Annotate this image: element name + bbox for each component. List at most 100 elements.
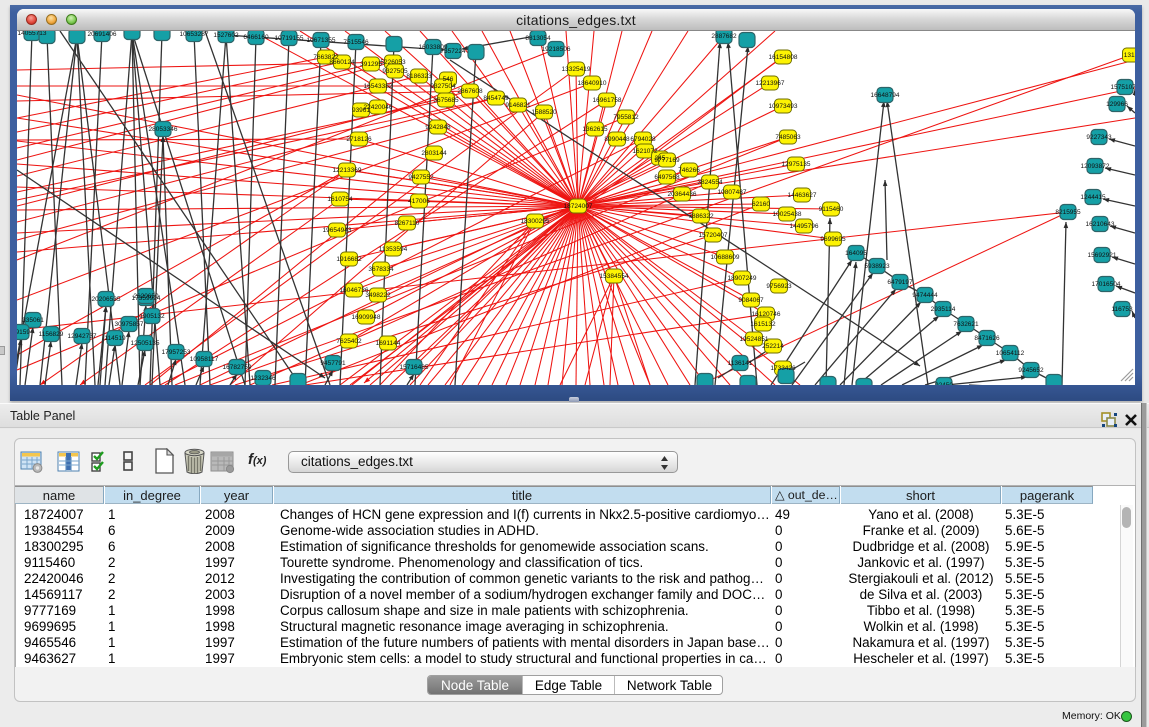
svg-text:6497568: 6497568 bbox=[654, 174, 680, 181]
svg-text:164095: 164095 bbox=[845, 250, 867, 257]
svg-text:5938923: 5938923 bbox=[864, 263, 890, 270]
svg-text:9245652: 9245652 bbox=[1018, 367, 1044, 374]
svg-text:8471626: 8471626 bbox=[974, 335, 1000, 342]
svg-text:62160: 62160 bbox=[752, 201, 770, 208]
svg-text:8990448: 8990448 bbox=[604, 136, 630, 143]
svg-text:9327504: 9327504 bbox=[430, 83, 456, 90]
svg-text:116753: 116753 bbox=[1111, 306, 1133, 313]
svg-text:5226053: 5226053 bbox=[380, 59, 406, 66]
svg-text:746266: 746266 bbox=[678, 167, 700, 174]
svg-text:1156829: 1156829 bbox=[39, 331, 64, 338]
svg-text:1733426: 1733426 bbox=[770, 365, 796, 372]
svg-text:1312: 1312 bbox=[1124, 52, 1135, 59]
svg-text:2867608: 2867608 bbox=[457, 88, 483, 95]
svg-text:335061: 335061 bbox=[22, 317, 44, 324]
svg-text:1615132: 1615132 bbox=[750, 321, 776, 328]
svg-text:8267110: 8267110 bbox=[395, 220, 420, 227]
svg-text:129966: 129966 bbox=[1106, 101, 1128, 108]
svg-text:16782759: 16782759 bbox=[223, 364, 252, 371]
svg-text:15692921: 15692921 bbox=[1088, 252, 1117, 259]
svg-text:18907249: 18907249 bbox=[728, 275, 757, 282]
svg-text:8660124: 8660124 bbox=[329, 59, 355, 66]
svg-text:20206535: 20206535 bbox=[92, 296, 121, 303]
svg-text:19524851: 19524851 bbox=[740, 336, 769, 343]
svg-text:10688609: 10688609 bbox=[711, 254, 740, 261]
svg-text:2935114: 2935114 bbox=[931, 306, 956, 313]
svg-text:17957253: 17957253 bbox=[162, 349, 191, 356]
svg-text:15751074: 15751074 bbox=[1111, 84, 1135, 91]
svg-text:7886322: 7886322 bbox=[688, 213, 714, 220]
svg-text:7632621: 7632621 bbox=[953, 321, 979, 328]
svg-text:7485063: 7485063 bbox=[775, 134, 801, 141]
svg-text:1621072: 1621072 bbox=[632, 148, 658, 155]
svg-text:9699695: 9699695 bbox=[820, 236, 846, 243]
svg-text:3678334: 3678334 bbox=[368, 266, 394, 273]
svg-text:20364436: 20364436 bbox=[668, 191, 697, 198]
svg-text:17016504: 17016504 bbox=[1092, 281, 1121, 288]
svg-text:9457791: 9457791 bbox=[320, 360, 346, 367]
svg-text:19218506: 19218506 bbox=[542, 46, 571, 53]
svg-text:9115460: 9115460 bbox=[819, 206, 844, 213]
svg-text:93961: 93961 bbox=[352, 107, 370, 114]
svg-text:9242848: 9242848 bbox=[425, 124, 451, 131]
svg-text:12093872: 12093872 bbox=[1081, 163, 1110, 170]
svg-text:9474444: 9474444 bbox=[912, 292, 938, 299]
svg-text:9427552: 9427552 bbox=[408, 174, 434, 181]
svg-text:16543382: 16543382 bbox=[364, 83, 393, 90]
svg-text:14495796: 14495796 bbox=[790, 223, 819, 230]
svg-text:12942737: 12942737 bbox=[68, 333, 97, 340]
svg-text:1244415: 1244415 bbox=[1080, 194, 1106, 201]
svg-text:2803144: 2803144 bbox=[421, 150, 447, 157]
svg-text:1588520: 1588520 bbox=[531, 109, 557, 116]
svg-text:12505135: 12505135 bbox=[131, 340, 160, 347]
svg-text:16648794: 16648794 bbox=[871, 92, 900, 99]
svg-text:7357224: 7357224 bbox=[440, 48, 466, 55]
svg-text:92450: 92450 bbox=[935, 382, 953, 385]
svg-text:12975135: 12975135 bbox=[782, 161, 811, 168]
svg-text:1136141: 1136141 bbox=[728, 360, 753, 367]
svg-text:3675685: 3675685 bbox=[433, 97, 459, 104]
svg-text:18640910: 18640910 bbox=[578, 80, 607, 87]
svg-text:3498222: 3498222 bbox=[365, 292, 391, 299]
svg-text:9084067: 9084067 bbox=[738, 297, 764, 304]
svg-text:10719155: 10719155 bbox=[275, 35, 304, 42]
svg-text:8813054: 8813054 bbox=[525, 35, 551, 42]
svg-text:7955812: 7955812 bbox=[613, 114, 639, 121]
svg-text:7515546: 7515546 bbox=[343, 39, 369, 46]
svg-text:30975857: 30975857 bbox=[115, 321, 144, 328]
svg-text:6479197: 6479197 bbox=[887, 279, 913, 286]
svg-text:12213369: 12213369 bbox=[333, 167, 362, 174]
svg-text:9756923: 9756923 bbox=[766, 283, 792, 290]
svg-text:20691406: 20691406 bbox=[88, 31, 117, 38]
svg-text:18724007: 18724007 bbox=[564, 203, 593, 210]
svg-text:10671355: 10671355 bbox=[307, 37, 336, 44]
svg-text:252214: 252214 bbox=[762, 343, 784, 350]
svg-text:16154808: 16154808 bbox=[769, 54, 798, 61]
svg-text:2718126: 2718126 bbox=[346, 136, 372, 143]
svg-text:6794028: 6794028 bbox=[630, 136, 656, 143]
svg-text:2887682: 2887682 bbox=[711, 33, 737, 40]
svg-text:10025438: 10025438 bbox=[773, 211, 802, 218]
svg-text:3824554: 3824554 bbox=[697, 179, 723, 186]
svg-text:1691144: 1691144 bbox=[376, 340, 401, 347]
svg-text:8215955: 8215955 bbox=[1055, 209, 1081, 216]
svg-text:15720407: 15720407 bbox=[699, 232, 728, 239]
svg-text:10807487: 10807487 bbox=[718, 189, 747, 196]
svg-text:9327505: 9327505 bbox=[382, 68, 408, 75]
svg-text:9777169: 9777169 bbox=[654, 157, 680, 164]
svg-text:546: 546 bbox=[443, 76, 454, 83]
svg-text:16961758: 16961758 bbox=[593, 97, 622, 104]
svg-text:14055713: 14055713 bbox=[18, 31, 47, 37]
svg-text:16210643: 16210643 bbox=[1086, 221, 1115, 228]
svg-text:1362615: 1362615 bbox=[582, 126, 608, 133]
svg-text:12213967: 12213967 bbox=[756, 80, 785, 87]
svg-text:19654943: 19654943 bbox=[323, 227, 352, 234]
svg-text:8454749: 8454749 bbox=[483, 95, 509, 102]
svg-text:18300295: 18300295 bbox=[521, 218, 550, 225]
svg-text:417006: 417006 bbox=[408, 198, 430, 205]
svg-text:1232346: 1232346 bbox=[250, 375, 276, 382]
svg-text:114519: 114519 bbox=[104, 335, 126, 342]
svg-text:16120746: 16120746 bbox=[752, 311, 781, 318]
svg-text:6466160: 6466160 bbox=[243, 34, 269, 41]
svg-text:10653287: 10653287 bbox=[180, 31, 209, 38]
